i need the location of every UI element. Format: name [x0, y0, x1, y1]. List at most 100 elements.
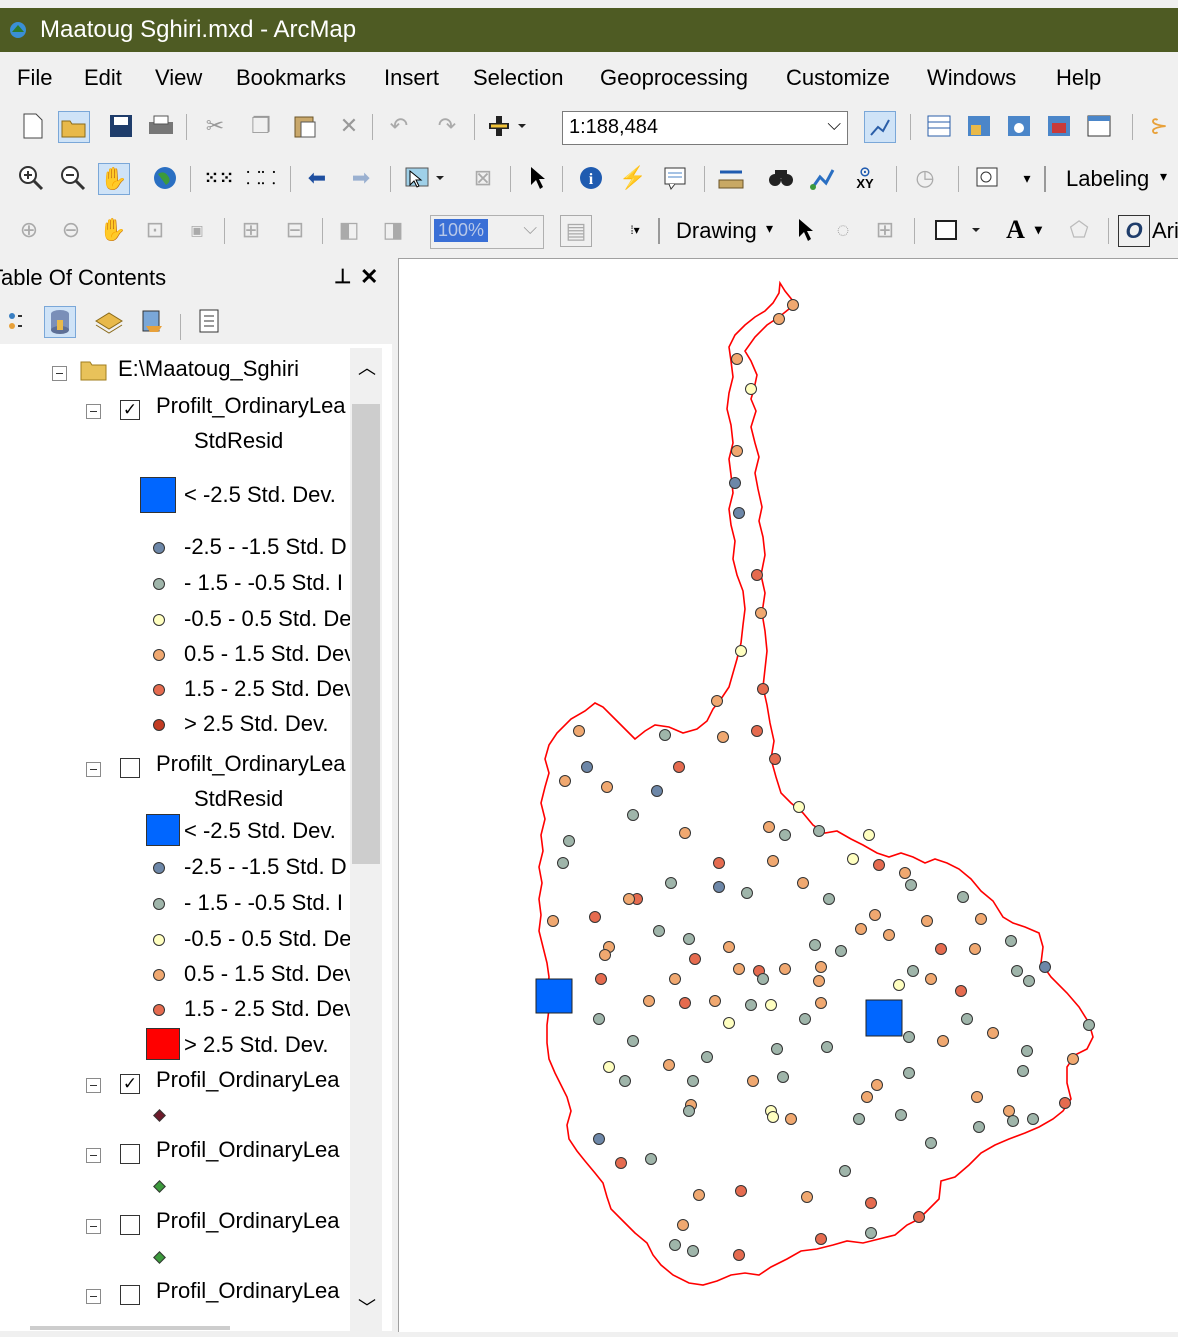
- map-view[interactable]: [398, 258, 1178, 1332]
- residual-point-lt-m25[interactable]: [535, 978, 573, 1014]
- expand-toggle[interactable]: [86, 1078, 101, 1093]
- go-to-xy-icon[interactable]: ⊙ XY: [850, 163, 880, 193]
- residual-point[interactable]: [815, 1233, 827, 1245]
- residual-point[interactable]: [717, 731, 729, 743]
- residual-point[interactable]: [903, 1031, 915, 1043]
- catalog-icon[interactable]: [964, 111, 994, 141]
- residual-point[interactable]: [865, 1227, 877, 1239]
- residual-point[interactable]: [779, 963, 791, 975]
- residual-point[interactable]: [971, 1091, 983, 1103]
- residual-point[interactable]: [757, 683, 769, 695]
- add-data-icon[interactable]: [486, 111, 530, 141]
- residual-point[interactable]: [603, 1061, 615, 1073]
- residual-point[interactable]: [987, 1027, 999, 1039]
- undo-icon[interactable]: ↶: [384, 111, 414, 141]
- residual-point[interactable]: [1059, 1097, 1071, 1109]
- residual-point[interactable]: [765, 999, 777, 1011]
- residual-point[interactable]: [751, 569, 763, 581]
- layer-name[interactable]: Profil_OrdinaryLea: [156, 1137, 339, 1163]
- residual-point[interactable]: [683, 1105, 695, 1117]
- expand-toggle[interactable]: [86, 1219, 101, 1234]
- layout-zoom-out-icon[interactable]: ⊖: [56, 215, 86, 245]
- zoom-to-elements-icon[interactable]: ⊞: [870, 215, 900, 245]
- save-icon[interactable]: [106, 111, 136, 141]
- residual-point[interactable]: [899, 867, 911, 879]
- scroll-up-icon[interactable]: ︿: [358, 354, 376, 380]
- toolbar-options-icon[interactable]: ▾: [1012, 163, 1042, 193]
- residual-point[interactable]: [1017, 1065, 1029, 1077]
- layer-visibility-checkbox[interactable]: [120, 758, 140, 778]
- residual-point[interactable]: [905, 879, 917, 891]
- residual-point[interactable]: [745, 999, 757, 1011]
- residual-point[interactable]: [659, 729, 671, 741]
- residual-point[interactable]: [813, 825, 825, 837]
- map-scale-dropdown[interactable]: 1:188,484 ⌵: [562, 111, 848, 145]
- residual-point[interactable]: [573, 725, 585, 737]
- residual-point[interactable]: [935, 943, 947, 955]
- residual-point[interactable]: [599, 949, 611, 961]
- residual-point[interactable]: [853, 1113, 865, 1125]
- residual-point[interactable]: [957, 891, 969, 903]
- menu-help[interactable]: Help: [1056, 65, 1101, 91]
- residual-point[interactable]: [1003, 1105, 1015, 1117]
- residual-point[interactable]: [865, 1197, 877, 1209]
- residual-point[interactable]: [557, 857, 569, 869]
- residual-point[interactable]: [689, 953, 701, 965]
- residual-point[interactable]: [895, 1109, 907, 1121]
- residual-point[interactable]: [1011, 965, 1023, 977]
- residual-point[interactable]: [893, 979, 905, 991]
- print-icon[interactable]: [146, 111, 176, 141]
- toc-horizontal-scrollbar[interactable]: [30, 1326, 230, 1330]
- residual-point[interactable]: [793, 801, 805, 813]
- cut-icon[interactable]: ✂: [200, 111, 230, 141]
- residual-point[interactable]: [589, 911, 601, 923]
- python-window-icon[interactable]: [1084, 111, 1114, 141]
- layout-back-icon[interactable]: ◧: [334, 215, 364, 245]
- residual-point[interactable]: [595, 973, 607, 985]
- residual-point[interactable]: [873, 859, 885, 871]
- residual-point[interactable]: [547, 915, 559, 927]
- residual-point[interactable]: [563, 835, 575, 847]
- residual-point[interactable]: [735, 645, 747, 657]
- residual-point[interactable]: [713, 857, 725, 869]
- residual-point[interactable]: [871, 1079, 883, 1091]
- fixed-zoom-in-icon[interactable]: ⁙⁙: [204, 163, 234, 193]
- text-tool-icon[interactable]: A ▾: [994, 215, 1054, 245]
- expand-toggle[interactable]: [52, 366, 67, 381]
- residual-point[interactable]: [593, 1013, 605, 1025]
- create-viewer-icon[interactable]: [972, 163, 1002, 193]
- layer-name[interactable]: Profil_OrdinaryLea: [156, 1067, 339, 1093]
- residual-point[interactable]: [835, 945, 847, 957]
- residual-point[interactable]: [733, 963, 745, 975]
- residual-point[interactable]: [801, 1191, 813, 1203]
- options-icon[interactable]: [194, 306, 224, 336]
- residual-point[interactable]: [975, 913, 987, 925]
- pan-icon[interactable]: ✋: [98, 163, 130, 195]
- layer-visibility-checkbox[interactable]: ✓: [120, 1074, 140, 1094]
- residual-point[interactable]: [1039, 961, 1051, 973]
- menu-windows[interactable]: Windows: [927, 65, 1016, 91]
- residual-point[interactable]: [839, 1165, 851, 1177]
- menu-bookmarks[interactable]: Bookmarks: [236, 65, 346, 91]
- residual-point[interactable]: [683, 933, 695, 945]
- residual-point[interactable]: [773, 313, 785, 325]
- zoom-in-icon[interactable]: [16, 163, 46, 193]
- residual-point[interactable]: [863, 829, 875, 841]
- zoom-out-icon[interactable]: [58, 163, 88, 193]
- residual-point[interactable]: [669, 1239, 681, 1251]
- residual-point[interactable]: [593, 1133, 605, 1145]
- residual-point[interactable]: [747, 1075, 759, 1087]
- residual-point[interactable]: [779, 829, 791, 841]
- identify-icon[interactable]: i: [576, 163, 606, 193]
- residual-point[interactable]: [665, 877, 677, 889]
- residual-point[interactable]: [723, 1017, 735, 1029]
- residual-point[interactable]: [809, 939, 821, 951]
- menu-insert[interactable]: Insert: [384, 65, 439, 91]
- find-icon[interactable]: [766, 163, 796, 193]
- residual-point[interactable]: [973, 1121, 985, 1133]
- residual-point[interactable]: [627, 809, 639, 821]
- pin-icon[interactable]: ⊥: [334, 264, 351, 289]
- residual-point[interactable]: [937, 1035, 949, 1047]
- residual-point[interactable]: [619, 1075, 631, 1087]
- residual-point[interactable]: [1083, 1019, 1095, 1031]
